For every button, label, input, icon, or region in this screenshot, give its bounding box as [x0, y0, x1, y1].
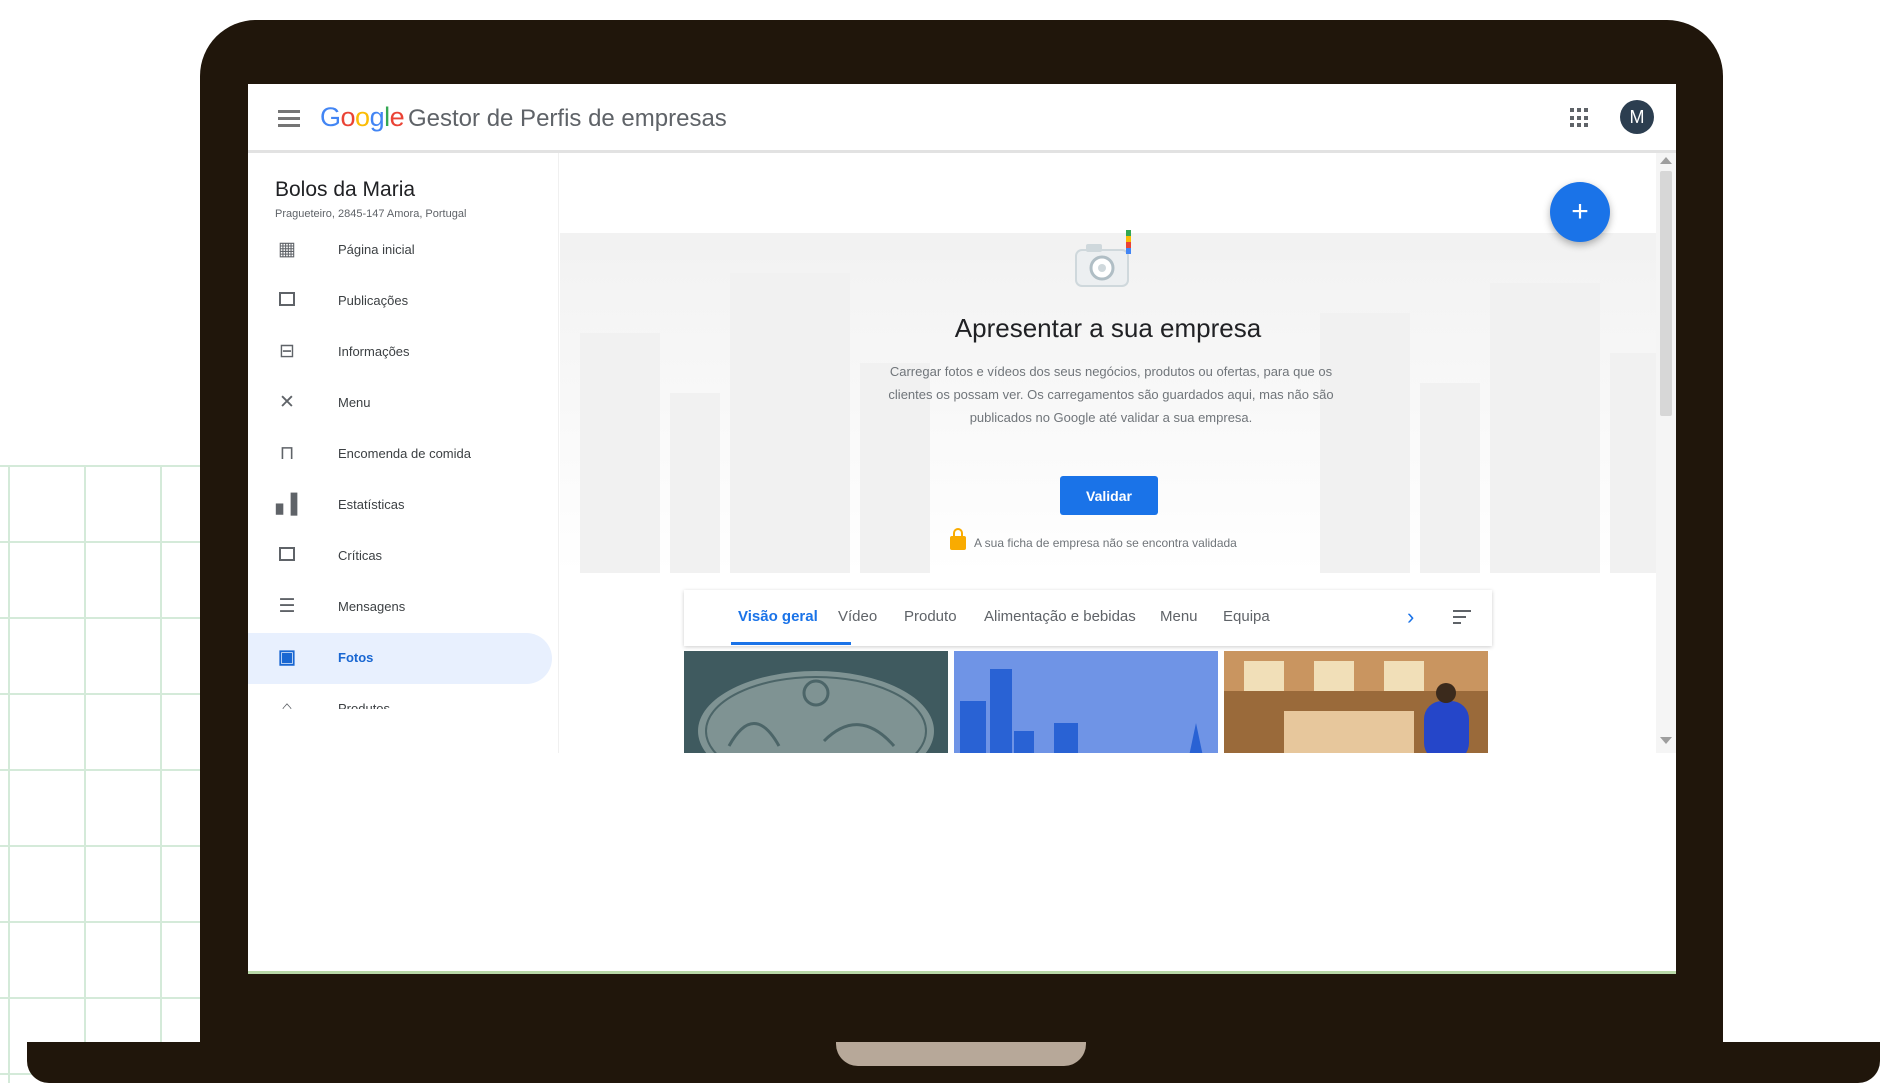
- lock-icon: [950, 528, 966, 550]
- sidebar-item-label: Fotos: [338, 650, 374, 665]
- logo-letter: g: [369, 102, 385, 132]
- photos-icon: ▣: [278, 647, 296, 668]
- photo-grid: [684, 651, 1492, 753]
- sidebar-item-label: Encomenda de comida: [338, 446, 471, 461]
- sidebar-item-label: Mensagens: [338, 599, 406, 614]
- sidebar-item-food-order[interactable]: ⊓ Encomenda de comida: [248, 429, 552, 480]
- business-name: Bolos da Maria: [275, 178, 416, 201]
- tab-overview[interactable]: Visão geral: [738, 608, 818, 625]
- sidebar-item-reviews[interactable]: Críticas: [248, 531, 552, 582]
- bar-chart-icon: ▖▌: [276, 494, 305, 515]
- verification-status: A sua ficha de empresa não se encontra v…: [950, 528, 1237, 550]
- scroll-up-arrow-icon[interactable]: [1660, 157, 1672, 164]
- hamburger-menu-icon[interactable]: [278, 110, 300, 127]
- sort-filter-icon[interactable]: [1453, 610, 1471, 628]
- sidebar-item-posts[interactable]: Publicações: [248, 276, 552, 327]
- sidebar-item-label: Produtos: [338, 701, 391, 709]
- sidebar-item-label: Informações: [338, 344, 410, 359]
- tab-team[interactable]: Equipa: [1223, 608, 1270, 625]
- logo-letter: o: [340, 102, 356, 132]
- photo-thumbnail-city[interactable]: [954, 651, 1218, 753]
- google-apps-icon[interactable]: [1570, 108, 1590, 128]
- app-title: Gestor de Perfis de empresas: [408, 105, 727, 132]
- sidebar-item-label: Página inicial: [338, 242, 415, 257]
- logo-letter: G: [320, 102, 341, 132]
- sidebar-item-label: Críticas: [338, 548, 383, 563]
- sidebar-item-label: Estatísticas: [338, 497, 405, 512]
- store-icon: ⊟: [279, 341, 295, 362]
- verification-status-text: A sua ficha de empresa não se encontra v…: [974, 536, 1237, 550]
- photo-category-tabs: Visão geral Vídeo Produto Alimentação e …: [684, 590, 1492, 646]
- validate-button[interactable]: Validar: [1060, 476, 1158, 515]
- sidebar-item-messages[interactable]: ☰ Mensagens: [248, 582, 552, 633]
- sidebar-item-stats[interactable]: ▖▌ Estatísticas: [248, 480, 552, 531]
- reviews-icon: [276, 545, 298, 567]
- sidebar-item-products[interactable]: ⌂ Produtos: [248, 684, 552, 709]
- sidebar-item-info[interactable]: ⊟ Informações: [248, 327, 552, 378]
- sidebar-item-home[interactable]: ▦ Página inicial: [248, 225, 552, 276]
- decorative-grid-background: [0, 465, 215, 1083]
- sidebar-item-menu[interactable]: ✕ Menu: [248, 378, 552, 429]
- tabs-next-chevron-icon[interactable]: ›: [1407, 604, 1414, 630]
- hero-title: Apresentar a sua empresa: [954, 313, 1262, 343]
- vertical-scrollbar[interactable]: [1656, 153, 1676, 753]
- photos-main-panel: Apresentar a sua empresa Carregar fotos …: [560, 153, 1656, 753]
- logo-letter: o: [355, 102, 370, 132]
- logo-letter: e: [389, 102, 405, 132]
- tab-food-drinks[interactable]: Alimentação e bebidas: [984, 608, 1136, 625]
- sidebar: Bolos da Maria Pragueteiro, 2845-147 Amo…: [248, 153, 559, 753]
- tab-product[interactable]: Produto: [904, 608, 957, 625]
- sidebar-item-photos[interactable]: ▣ Fotos: [248, 633, 552, 684]
- hero-description: Carregar fotos e vídeos dos seus negócio…: [888, 364, 1334, 425]
- screen-bottom-edge: [248, 971, 1676, 974]
- add-photo-fab-button[interactable]: +: [1550, 182, 1610, 242]
- photo-thumbnail-bakery-interior[interactable]: [1224, 651, 1488, 753]
- messages-icon: ☰: [278, 596, 296, 617]
- photo-thumbnail-sign[interactable]: [684, 651, 948, 753]
- camera-illustration-icon: [1075, 230, 1131, 287]
- app-bar: Google Gestor de Perfis de empresas M: [248, 84, 1676, 153]
- account-avatar[interactable]: M: [1620, 100, 1654, 134]
- food-order-icon: ⊓: [279, 443, 295, 464]
- sidebar-item-label: Publicações: [338, 293, 409, 308]
- tab-menu[interactable]: Menu: [1160, 608, 1198, 625]
- business-address: Pragueteiro, 2845-147 Amora, Portugal: [275, 208, 467, 220]
- products-icon: ⌂: [281, 698, 293, 709]
- tab-video[interactable]: Vídeo: [838, 608, 877, 625]
- active-tab-indicator: [731, 642, 851, 645]
- laptop-screen: Google Gestor de Perfis de empresas M Bo…: [248, 84, 1676, 974]
- scrollbar-thumb[interactable]: [1660, 171, 1672, 416]
- dashboard-icon: ▦: [278, 239, 296, 260]
- fork-knife-icon: ✕: [279, 392, 295, 413]
- sidebar-item-label: Menu: [338, 395, 371, 410]
- scroll-down-arrow-icon[interactable]: [1660, 737, 1672, 744]
- posts-icon: [276, 290, 298, 312]
- google-logo[interactable]: Google: [320, 102, 405, 133]
- laptop-notch: [836, 1042, 1086, 1066]
